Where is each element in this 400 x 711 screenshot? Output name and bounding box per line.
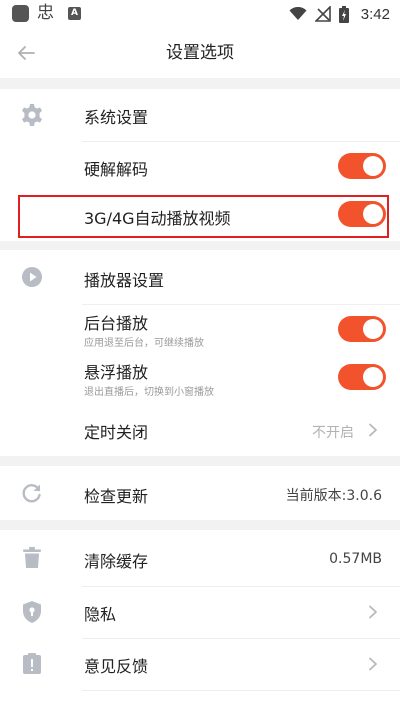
- mobile-autoplay-toggle[interactable]: [338, 201, 386, 227]
- hardware-decode-label: 硬解解码: [84, 160, 149, 179]
- status-bar: 忠 A 3:42: [0, 0, 400, 28]
- player-settings-header: 播放器设置: [0, 250, 400, 304]
- next-row-partial[interactable]: [0, 690, 400, 711]
- player-settings-heading: 播放器设置: [84, 271, 165, 290]
- divider: [82, 638, 400, 639]
- background-play-row[interactable]: 后台播放 应用退至后台，可继续播放: [0, 304, 400, 354]
- sleep-timer-value: 不开启: [312, 425, 354, 441]
- section-gap: [0, 520, 400, 530]
- feedback-icon: [19, 651, 45, 677]
- no-signal-icon: [314, 6, 331, 22]
- privacy-label: 隐私: [84, 605, 117, 624]
- chevron-right-icon: [369, 657, 377, 671]
- system-settings-heading: 系统设置: [84, 108, 149, 127]
- clear-cache-label: 清除缓存: [84, 552, 149, 571]
- hardware-decode-row[interactable]: 硬解解码: [0, 141, 400, 191]
- chevron-right-icon: [369, 423, 377, 437]
- status-indicators: 3:42: [289, 0, 390, 28]
- cache-size-value: 0.57MB: [329, 551, 382, 567]
- notification-glyph: 忠: [37, 3, 54, 23]
- floating-play-toggle[interactable]: [338, 364, 386, 390]
- sleep-timer-label: 定时关闭: [84, 423, 149, 442]
- divider: [82, 304, 400, 305]
- app-notification-icon: [12, 5, 29, 22]
- divider: [82, 690, 400, 691]
- background-play-toggle[interactable]: [338, 316, 386, 342]
- feedback-row[interactable]: 意见反馈: [0, 638, 400, 690]
- current-version-value: 当前版本:3.0.6: [285, 488, 382, 504]
- privacy-row[interactable]: 隐私: [0, 586, 400, 638]
- divider: [82, 586, 400, 587]
- trash-icon: [19, 545, 45, 571]
- clear-cache-row[interactable]: 清除缓存 0.57MB: [0, 530, 400, 586]
- app-header: 设置选项: [0, 28, 400, 78]
- feedback-label: 意见反馈: [84, 657, 149, 676]
- toggle-knob: [363, 204, 383, 224]
- back-arrow-icon: [18, 46, 35, 60]
- wifi-icon: [289, 7, 307, 20]
- background-play-description: 应用退至后台，可继续播放: [84, 338, 204, 349]
- toggle-knob: [363, 367, 383, 387]
- background-play-label: 后台播放: [84, 314, 149, 333]
- floating-play-label: 悬浮播放: [84, 363, 149, 382]
- check-update-label: 检查更新: [84, 487, 149, 506]
- a-badge-icon: A: [68, 7, 81, 20]
- battery-charging-icon: [338, 5, 349, 23]
- check-update-row[interactable]: 检查更新 当前版本:3.0.6: [0, 466, 400, 520]
- clock: 3:42: [360, 5, 390, 23]
- toggle-knob: [363, 319, 383, 339]
- section-gap: [0, 78, 400, 89]
- shield-icon: [19, 599, 45, 625]
- sleep-timer-row[interactable]: 定时关闭 不开启: [0, 404, 400, 456]
- system-settings-header: 系统设置: [0, 89, 400, 141]
- play-circle-icon: [19, 264, 45, 290]
- divider: [82, 141, 400, 142]
- section-gap: [0, 241, 400, 250]
- refresh-icon: [19, 480, 45, 506]
- back-button[interactable]: [8, 35, 44, 71]
- chevron-right-icon: [369, 605, 377, 619]
- floating-play-description: 退出直播后，切换到小窗播放: [84, 387, 214, 398]
- mobile-autoplay-row[interactable]: 3G/4G自动播放视频: [0, 191, 400, 241]
- hardware-decode-toggle[interactable]: [338, 153, 386, 179]
- mobile-autoplay-label: 3G/4G自动播放视频: [84, 209, 231, 228]
- section-gap: [0, 456, 400, 466]
- toggle-knob: [363, 156, 383, 176]
- page-title: 设置选项: [166, 43, 234, 63]
- gear-icon: [19, 102, 45, 128]
- floating-play-row[interactable]: 悬浮播放 退出直播后，切换到小窗播放: [0, 354, 400, 404]
